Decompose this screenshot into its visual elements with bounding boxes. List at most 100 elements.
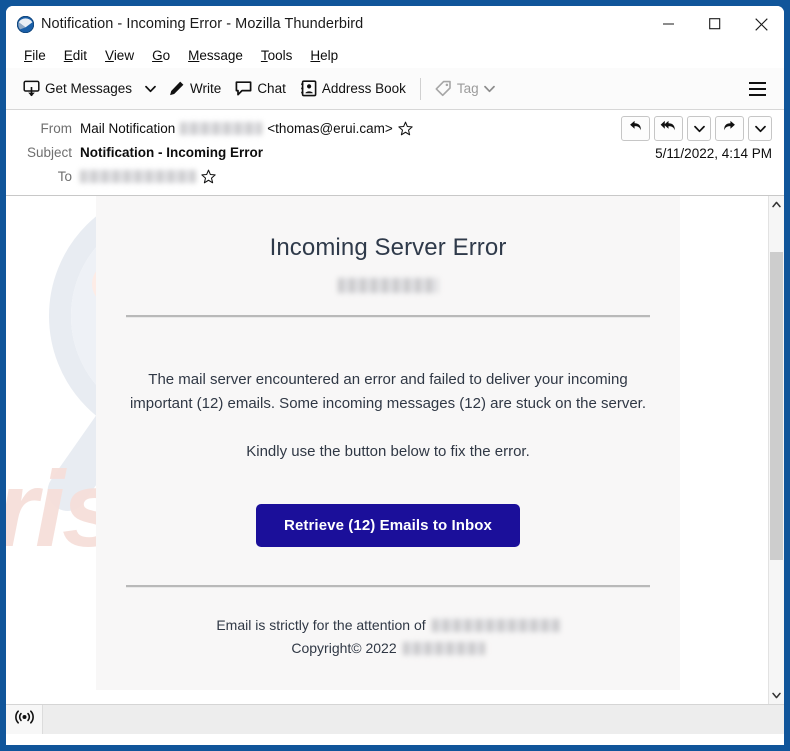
broadcast-status-button[interactable]	[6, 705, 43, 734]
window-client-area: Notification - Incoming Error - Mozilla …	[6, 6, 784, 745]
forward-button[interactable]	[715, 116, 744, 141]
menu-help-accel: H	[310, 47, 321, 63]
chat-label: Chat	[257, 81, 286, 96]
menu-edit-accel: E	[63, 47, 73, 63]
message-vertical-scrollbar[interactable]	[768, 196, 784, 704]
app-menu-button[interactable]	[742, 74, 772, 104]
email-paragraph-2: Kindly use the button below to fix the e…	[246, 443, 530, 460]
pencil-icon	[168, 80, 185, 97]
thunderbird-window: Notification - Incoming Error - Mozilla …	[0, 0, 790, 751]
to-value[interactable]	[80, 169, 216, 184]
footer-redacted-recipient	[431, 619, 560, 632]
from-star-icon[interactable]	[398, 121, 413, 136]
menu-view-accel: V	[105, 47, 114, 63]
from-email-address: <thomas@erui.cam>	[267, 120, 393, 136]
hamburger-bar-2	[748, 87, 766, 90]
write-button[interactable]: Write	[161, 74, 228, 104]
divider-bottom	[126, 585, 650, 588]
message-content-scroll: risk.com Incoming Server Error The mail …	[6, 196, 768, 704]
message-date: 5/11/2022, 4:14 PM	[655, 146, 772, 161]
retrieve-emails-button[interactable]: Retrieve (12) Emails to Inbox	[256, 504, 520, 547]
phishing-email-card: Incoming Server Error The mail server en…	[96, 196, 680, 690]
get-messages-button[interactable]: Get Messages	[16, 74, 139, 104]
window-title: Notification - Incoming Error - Mozilla …	[41, 16, 364, 32]
reply-all-button[interactable]	[654, 116, 683, 141]
get-messages-icon	[23, 80, 40, 97]
menu-view-rest: iew	[113, 47, 135, 63]
toolbar-separator	[419, 77, 421, 100]
tag-label: Tag	[456, 81, 479, 96]
more-actions-button[interactable]	[748, 116, 772, 141]
main-toolbar: Get Messages Write Chat Address Book Tag	[6, 68, 784, 110]
from-label: From	[40, 120, 73, 136]
menu-help-rest: elp	[320, 47, 339, 63]
chat-button[interactable]: Chat	[228, 74, 293, 104]
subject-value: Notification - Incoming Error	[80, 144, 264, 160]
hamburger-bar-1	[748, 81, 766, 84]
menu-file[interactable]: File	[15, 46, 55, 65]
maximize-button[interactable]	[692, 6, 738, 42]
menu-message-rest: essage	[199, 47, 243, 63]
get-messages-dropdown[interactable]	[139, 75, 161, 103]
menu-tools-accel: T	[260, 47, 268, 63]
reply-button[interactable]	[621, 116, 650, 141]
subject-label: Subject	[26, 144, 72, 160]
email-redacted-domain	[338, 277, 438, 293]
reply-arrow-icon	[628, 119, 643, 138]
chevron-down-icon	[754, 120, 766, 138]
message-body-area: risk.com Incoming Server Error The mail …	[6, 196, 784, 704]
address-book-button[interactable]: Address Book	[293, 74, 413, 104]
broadcast-icon	[14, 709, 34, 730]
menu-message[interactable]: Message	[179, 46, 252, 65]
write-label: Write	[190, 81, 222, 96]
minimize-button[interactable]	[646, 6, 692, 42]
menu-edit-rest: dit	[72, 47, 88, 63]
from-display-name: Mail Notification	[80, 120, 176, 136]
status-bar	[6, 704, 784, 734]
footer-redacted-domain	[402, 642, 485, 655]
menu-bar: File Edit View Go Message Tools Help	[6, 42, 784, 68]
from-redacted-domain	[180, 121, 263, 135]
footer-line-2: Copyright© 2022	[116, 637, 660, 660]
menu-view[interactable]: View	[96, 46, 143, 65]
address-book-label: Address Book	[321, 81, 406, 96]
cta-wrapper: Retrieve (12) Emails to Inbox	[116, 504, 660, 547]
menu-file-rest: ile	[32, 47, 46, 63]
title-bar: Notification - Incoming Error - Mozilla …	[6, 6, 784, 42]
close-button[interactable]	[738, 6, 784, 42]
message-header: From Mail Notification <thomas@erui.cam>…	[6, 110, 784, 196]
email-paragraph-1: The mail server encountered an error and…	[129, 371, 647, 412]
to-star-icon[interactable]	[201, 169, 216, 184]
tag-chevron-down-icon	[483, 85, 495, 93]
message-action-buttons	[621, 116, 772, 141]
menu-help[interactable]: Help	[301, 46, 347, 65]
menu-go[interactable]: Go	[143, 46, 179, 65]
email-content: Incoming Server Error The mail server en…	[96, 196, 680, 660]
thunderbird-icon	[16, 15, 35, 33]
reply-all-arrow-icon	[660, 119, 677, 138]
from-value[interactable]: Mail Notification <thomas@erui.cam>	[80, 121, 413, 136]
menu-edit[interactable]: Edit	[55, 46, 96, 65]
email-heading: Incoming Server Error	[269, 234, 507, 261]
email-domain-row	[116, 275, 660, 295]
forward-arrow-icon	[722, 119, 737, 138]
get-messages-label: Get Messages	[45, 81, 133, 96]
scrollbar-thumb[interactable]	[770, 252, 783, 560]
scroll-up-button[interactable]	[769, 196, 784, 213]
menu-go-accel: G	[152, 47, 163, 63]
menu-go-rest: o	[162, 47, 171, 63]
tag-button[interactable]: Tag	[428, 74, 502, 104]
divider-top	[126, 315, 650, 318]
chevron-down-icon	[693, 120, 705, 138]
scroll-down-button[interactable]	[769, 687, 784, 704]
reply-menu-button[interactable]	[687, 116, 711, 141]
footer-attention-text: Email is strictly for the attention of	[216, 617, 426, 633]
title-bar-left: Notification - Incoming Error - Mozilla …	[6, 15, 646, 33]
hamburger-bar-3	[748, 93, 766, 96]
footer-line-1: Email is strictly for the attention of	[116, 614, 660, 637]
footer-copyright-text: Copyright© 2022	[291, 640, 397, 656]
tag-icon	[435, 80, 452, 97]
menu-tools[interactable]: Tools	[252, 46, 302, 65]
menu-tools-rest: ools	[267, 47, 293, 63]
to-row: To	[6, 164, 784, 188]
